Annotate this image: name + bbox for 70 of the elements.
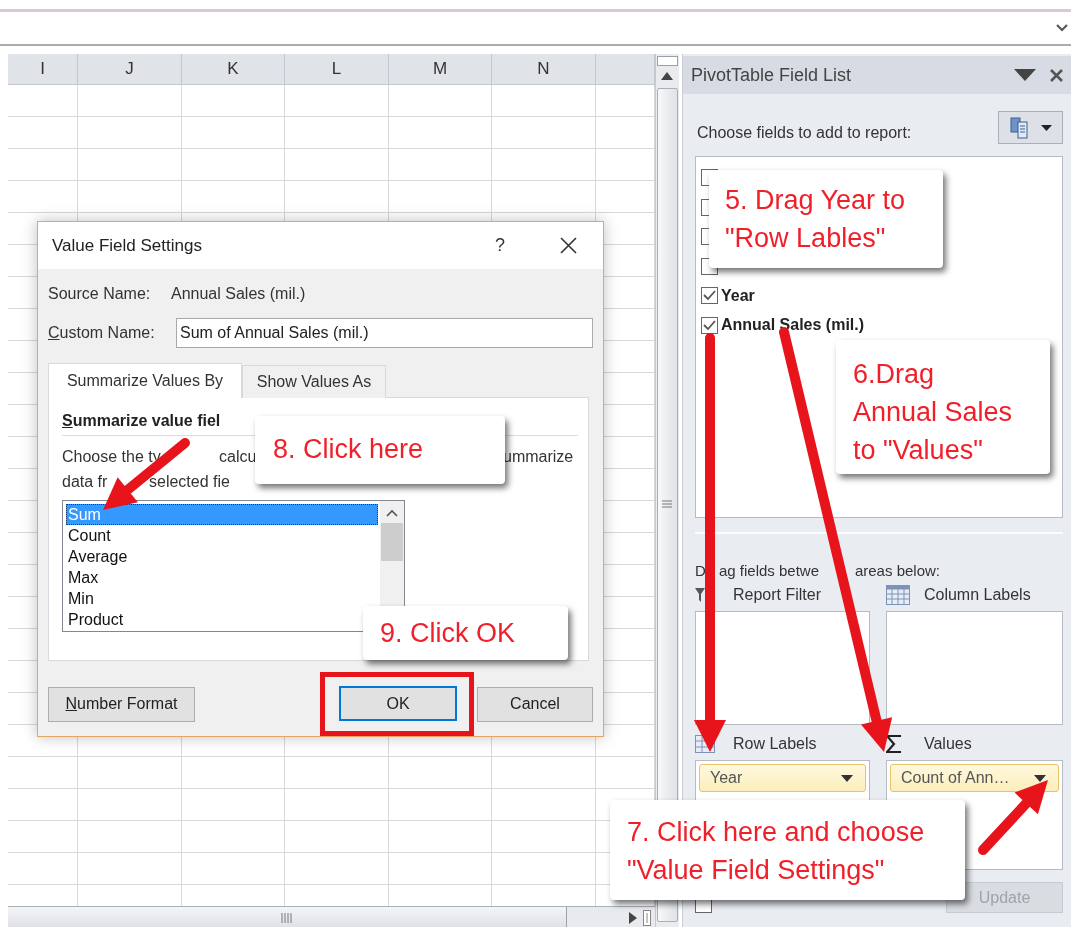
chevron-down-icon[interactable] — [1055, 23, 1069, 33]
caret-icon — [1041, 124, 1052, 131]
scroll-up-icon[interactable] — [661, 72, 674, 80]
instruction-text: Choose fields to add to report: — [695, 124, 912, 143]
callout-tooltip: 7. Click here and choose "Value Field Settings" — [610, 800, 965, 900]
description-text: data fr — [62, 473, 109, 491]
checkmark-icon — [702, 290, 716, 302]
column-header[interactable]: L — [285, 54, 389, 84]
field-button[interactable]: Year — [698, 764, 866, 792]
split-box[interactable] — [656, 56, 678, 66]
field-label: Custom Name: — [48, 324, 156, 342]
checkbox[interactable] — [700, 287, 718, 305]
column-header[interactable]: J — [78, 54, 182, 84]
callout-tooltip: 6.Drag Annual Sales to "Values" — [836, 340, 1050, 474]
scroll-right-icon[interactable] — [629, 911, 637, 924]
area-label: Column Labels — [923, 586, 1031, 604]
area-label: Report Filter — [732, 586, 821, 604]
dialog-button[interactable]: Number Format — [48, 686, 195, 722]
description-text: calcu — [219, 448, 255, 466]
field-layout-button[interactable] — [998, 111, 1063, 144]
column-header[interactable]: K — [182, 54, 285, 84]
dropdown-icon[interactable] — [1014, 69, 1036, 81]
drop-area[interactable] — [694, 611, 870, 725]
sigma-icon — [885, 735, 902, 753]
instruction-text: D — [694, 561, 706, 579]
field-button[interactable]: Count of Ann… — [889, 764, 1059, 792]
caret-icon[interactable] — [840, 774, 853, 782]
scrollbar-thumb[interactable] — [381, 523, 403, 561]
field-label: Source Name: — [48, 285, 152, 303]
column-header[interactable]: I — [8, 54, 78, 84]
close-icon[interactable] — [1050, 68, 1063, 82]
field-button-label: Year — [709, 769, 743, 787]
grid-icon — [885, 585, 910, 605]
field-value: Annual Sales (mil.) — [171, 285, 306, 303]
column-header[interactable]: N — [492, 54, 596, 84]
list-item[interactable]: Min — [66, 588, 378, 609]
checkmark-icon — [702, 319, 716, 331]
list-item[interactable]: Average — [66, 546, 378, 567]
callout-tooltip: 8. Click here — [255, 416, 505, 484]
callout-tooltip: 5. Drag Year to "Row Lables" — [709, 170, 943, 268]
horizontal-scrollbar[interactable] — [8, 906, 655, 927]
instruction-text: ag fields betwe — [718, 561, 820, 579]
field-button-label: Count of Ann… — [900, 769, 1010, 787]
help-button[interactable]: ? — [490, 235, 510, 256]
description-text: ummarize — [503, 448, 575, 466]
dialog-button[interactable]: Cancel — [477, 686, 593, 722]
area-label: Values — [923, 735, 972, 753]
grip-icon — [662, 500, 673, 510]
callout-tooltip: 9. Click OK — [363, 606, 568, 660]
area-label: Row Labels — [732, 735, 817, 753]
list-item[interactable]: Count — [66, 525, 378, 546]
scroll-up-icon[interactable] — [386, 509, 398, 517]
dialog-title: Value Field Settings — [52, 235, 203, 256]
field-name: Year — [720, 286, 755, 305]
tab[interactable]: Show Values As — [242, 365, 386, 398]
instruction-text: areas below: — [854, 561, 941, 579]
caret-icon[interactable] — [1033, 774, 1046, 782]
scrollbar-thumb[interactable] — [8, 907, 567, 927]
list-item[interactable]: Max — [66, 567, 378, 588]
description-text: selected fie — [149, 473, 231, 491]
panel-title: PivotTable Field List — [690, 64, 852, 86]
checkbox[interactable] — [700, 316, 718, 334]
input-field[interactable]: Sum of Annual Sales (mil.) — [176, 318, 593, 348]
dialog-button[interactable]: OK — [339, 686, 457, 721]
tab[interactable]: Summarize Values By — [48, 363, 242, 398]
split-box-icon[interactable] — [643, 909, 651, 926]
close-icon[interactable] — [560, 237, 577, 254]
column-header[interactable]: M — [389, 54, 492, 84]
grip-icon — [281, 912, 293, 923]
funnel-icon — [694, 588, 705, 602]
